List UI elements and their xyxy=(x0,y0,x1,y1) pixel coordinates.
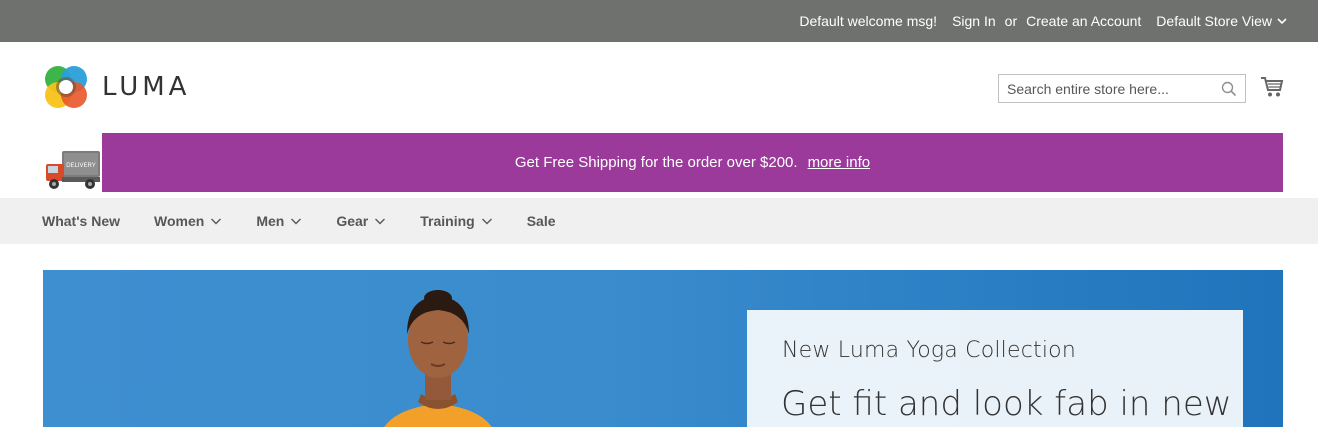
nav-item-label: Women xyxy=(154,213,205,229)
search-input[interactable] xyxy=(999,75,1217,102)
chevron-down-icon xyxy=(211,218,222,225)
search-box xyxy=(998,74,1246,103)
hero-eyebrow: New Luma Yoga Collection xyxy=(782,338,1076,363)
or-text: or xyxy=(1004,13,1018,29)
free-shipping-banner: Get Free Shipping for the order over $20… xyxy=(102,133,1283,192)
search-icon[interactable] xyxy=(1221,81,1237,97)
yoga-model-image xyxy=(384,290,492,427)
welcome-message: Default welcome msg! xyxy=(799,13,938,29)
nav-item-women[interactable]: Women xyxy=(154,213,222,229)
chevron-down-icon xyxy=(1277,18,1287,25)
chevron-down-icon xyxy=(375,218,386,225)
delivery-truck-icon: DELIVERY xyxy=(46,151,100,189)
nav-item-label: Men xyxy=(256,213,285,229)
logo-wordmark: LUMA xyxy=(102,72,191,102)
hero-banner[interactable]: New Luma Yoga Collection Get fit and loo… xyxy=(43,270,1283,427)
nav-item-men[interactable]: Men xyxy=(256,213,302,229)
truck-label: DELIVERY xyxy=(66,163,96,169)
chevron-down-icon xyxy=(481,218,492,225)
nav-item-label: What's New xyxy=(42,213,121,229)
nav-item-label: Gear xyxy=(336,213,369,229)
store-switcher[interactable]: Default Store View xyxy=(1156,13,1288,29)
header-links: Default welcome msg! Sign In or Create a… xyxy=(799,0,1288,42)
nav-item-label: Training xyxy=(420,213,475,229)
hero-text-card: New Luma Yoga Collection Get fit and loo… xyxy=(747,310,1243,427)
more-info-link[interactable]: more info xyxy=(808,154,871,171)
nav-item-gear[interactable]: Gear xyxy=(336,213,386,229)
store-switcher-label: Default Store View xyxy=(1156,13,1272,29)
shopping-cart-icon[interactable] xyxy=(1260,76,1284,98)
hero-headline: Get fit and look fab in new xyxy=(781,384,1232,424)
nav-item-label: Sale xyxy=(526,213,556,229)
nav-item-whats-new[interactable]: What's New xyxy=(42,213,120,229)
sign-in-link[interactable]: Sign In xyxy=(952,13,996,29)
luma-logo[interactable]: LUMA xyxy=(43,64,190,110)
chevron-down-icon xyxy=(291,218,302,225)
top-bar: Default welcome msg! Sign In or Create a… xyxy=(0,0,1318,42)
promo-text: Get Free Shipping for the order over $20… xyxy=(514,154,798,171)
main-navigation: What's New Women Men Gear Training Sale xyxy=(0,198,1318,244)
create-account-link[interactable]: Create an Account xyxy=(1026,13,1141,29)
luma-logo-icon xyxy=(45,66,87,108)
nav-item-training[interactable]: Training xyxy=(420,213,492,229)
nav-item-sale[interactable]: Sale xyxy=(527,213,556,229)
